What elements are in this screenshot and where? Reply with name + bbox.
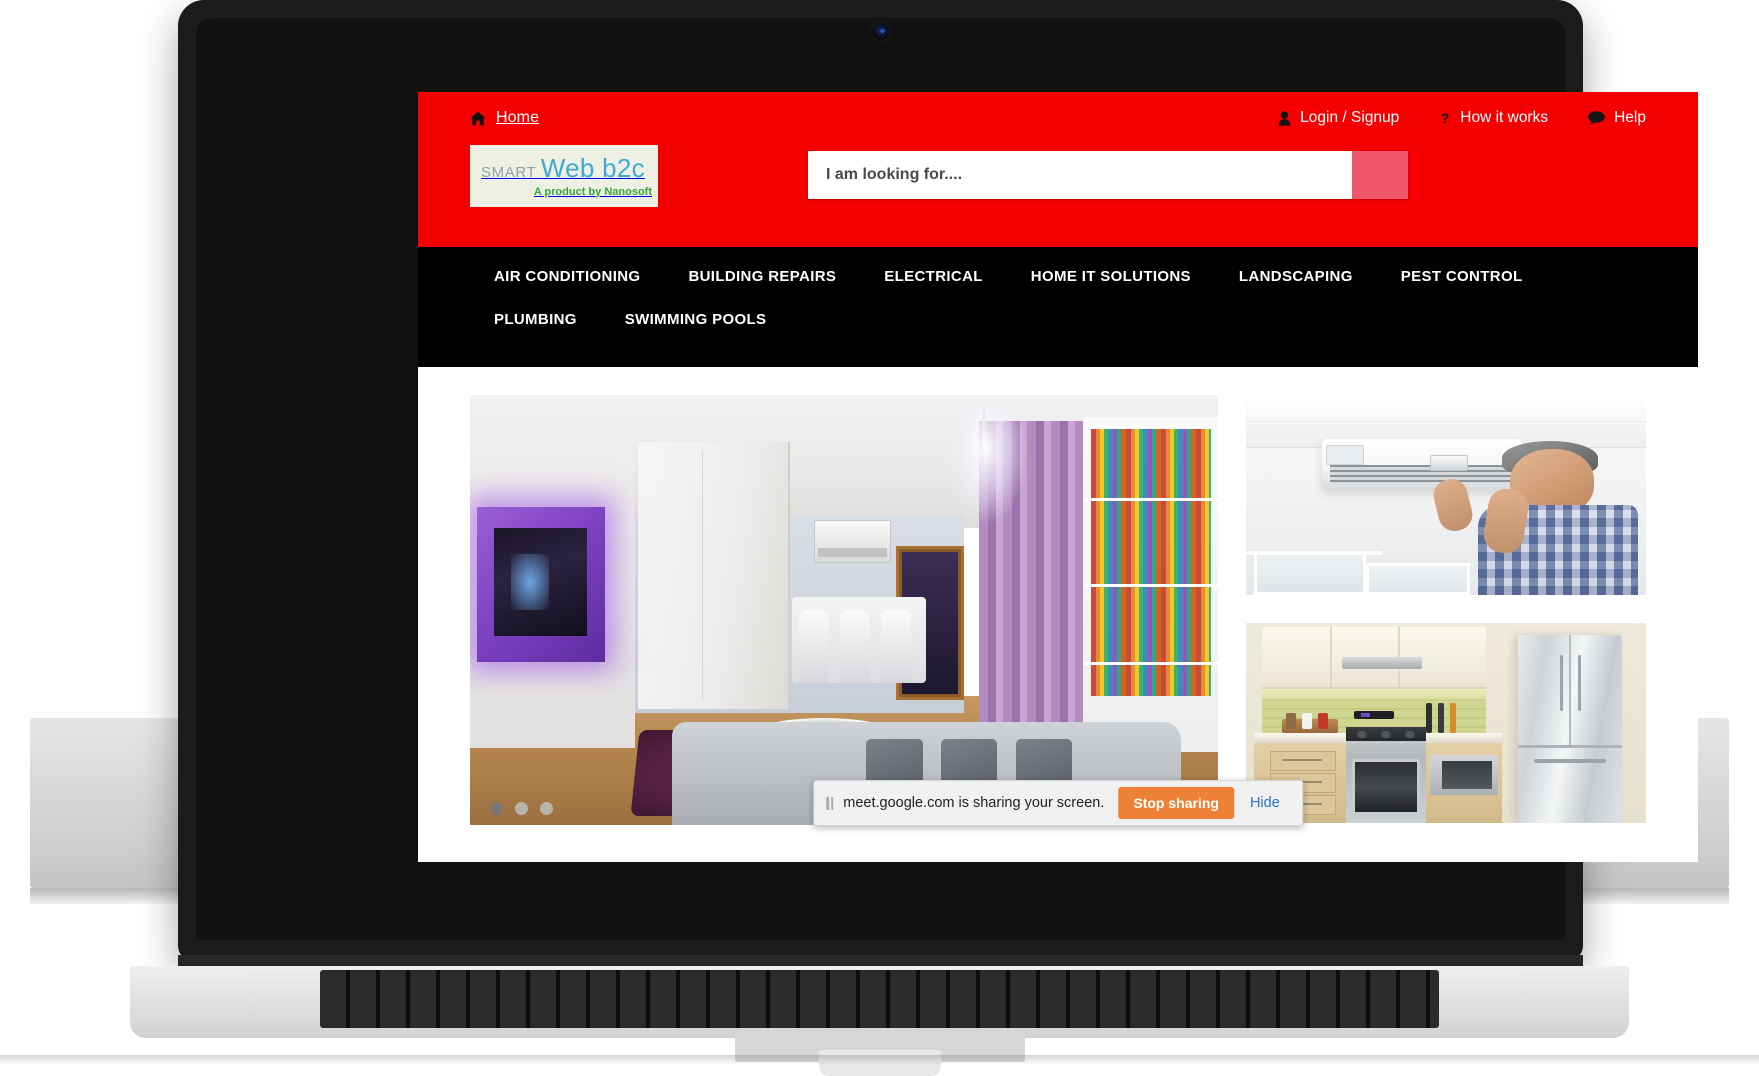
nav-link-home-it-solutions[interactable]: HOME IT SOLUTIONS <box>1007 255 1215 298</box>
logo-smart-text: SMART <box>481 163 537 181</box>
pause-icon <box>826 796 834 810</box>
site-header: Home Login / Signup ? How it works Help … <box>418 92 1698 247</box>
main-content <box>418 367 1698 825</box>
nav-link-plumbing[interactable]: PLUMBING <box>470 298 601 341</box>
screen-share-message: meet.google.com is sharing your screen. <box>843 795 1105 811</box>
laptop-keyboard <box>320 970 1439 1028</box>
thumbnail-image-ac-technician <box>1246 395 1646 595</box>
help-label: Help <box>1614 109 1646 126</box>
utility-links: Login / Signup ? How it works Help <box>1278 109 1646 127</box>
nav-link-swimming-pools[interactable]: SWIMMING POOLS <box>601 298 791 341</box>
nav-item-electrical[interactable]: ELECTRICAL <box>860 255 1007 298</box>
carousel-dot-2[interactable] <box>515 802 528 815</box>
user-icon <box>1278 110 1291 126</box>
hero-image-living-room <box>470 395 1218 825</box>
site-logo[interactable]: SMART Web b2c A product by Nanosoft <box>470 145 658 207</box>
carousel-dot-3[interactable] <box>540 802 553 815</box>
how-it-works-label: How it works <box>1460 109 1549 126</box>
browser-viewport: Home Login / Signup ? How it works Help … <box>418 92 1698 862</box>
search-input[interactable] <box>808 151 1352 199</box>
website-page: Home Login / Signup ? How it works Help … <box>418 92 1698 862</box>
svg-text:?: ? <box>1441 110 1450 126</box>
nav-link-landscaping[interactable]: LANDSCAPING <box>1215 255 1377 298</box>
nav-link-air-conditioning[interactable]: AIR CONDITIONING <box>470 255 664 298</box>
thumbnail-air-conditioning[interactable] <box>1246 395 1646 595</box>
home-icon <box>470 111 486 126</box>
login-signup-label: Login / Signup <box>1300 109 1400 126</box>
nav-item-plumbing[interactable]: PLUMBING <box>470 298 601 341</box>
logo-web-text: Web b2c <box>540 152 645 183</box>
webcam-glint <box>879 29 885 33</box>
nav-item-building-repairs[interactable]: BUILDING REPAIRS <box>664 255 860 298</box>
nav-item-air-conditioning[interactable]: AIR CONDITIONING <box>470 255 664 298</box>
nav-item-home-it-solutions[interactable]: HOME IT SOLUTIONS <box>1007 255 1215 298</box>
carousel-dots[interactable] <box>490 802 553 815</box>
speech-bubble-icon <box>1588 111 1605 125</box>
screen-share-notification: meet.google.com is sharing your screen. … <box>813 780 1303 826</box>
laptop-mockup-stage: Home Login / Signup ? How it works Help … <box>0 0 1759 1076</box>
hero-carousel[interactable] <box>470 395 1218 825</box>
carousel-dot-1[interactable] <box>490 802 503 815</box>
nav-item-pest-control[interactable]: PEST CONTROL <box>1377 255 1547 298</box>
thumbnail-kitchen[interactable] <box>1246 623 1646 823</box>
home-label: Home <box>496 109 540 126</box>
logo-tagline: A product by Nanosoft <box>533 185 652 198</box>
laptop-lid: Home Login / Signup ? How it works Help … <box>178 0 1698 960</box>
category-nav: AIR CONDITIONING BUILDING REPAIRS ELECTR… <box>418 247 1698 367</box>
search-button[interactable] <box>1352 151 1408 199</box>
brand-search-row: SMART Web b2c A product by Nanosoft <box>418 133 1698 207</box>
login-signup-link[interactable]: Login / Signup <box>1278 109 1399 127</box>
stop-sharing-button[interactable]: Stop sharing <box>1118 787 1234 819</box>
sidebar-thumbnails <box>1246 395 1646 823</box>
category-nav-list: AIR CONDITIONING BUILDING REPAIRS ELECTR… <box>470 255 1646 341</box>
help-link[interactable]: Help <box>1588 109 1646 127</box>
hero-grid <box>470 395 1646 825</box>
nav-item-swimming-pools[interactable]: SWIMMING POOLS <box>601 298 791 341</box>
question-mark-icon: ? <box>1439 110 1451 126</box>
nav-link-building-repairs[interactable]: BUILDING REPAIRS <box>664 255 860 298</box>
how-it-works-link[interactable]: ? How it works <box>1439 109 1548 127</box>
logo-wordmark: SMART Web b2c <box>468 155 658 181</box>
thumbnail-image-kitchen <box>1246 623 1646 823</box>
search-bar <box>808 151 1408 199</box>
nav-link-electrical[interactable]: ELECTRICAL <box>860 255 1007 298</box>
utility-bar: Home Login / Signup ? How it works Help <box>418 92 1698 133</box>
nav-item-landscaping[interactable]: LANDSCAPING <box>1215 255 1377 298</box>
home-link[interactable]: Home <box>470 109 539 127</box>
laptop-shadow <box>0 1055 1759 1065</box>
nav-link-pest-control[interactable]: PEST CONTROL <box>1377 255 1547 298</box>
hide-notification-button[interactable]: Hide <box>1234 787 1288 819</box>
